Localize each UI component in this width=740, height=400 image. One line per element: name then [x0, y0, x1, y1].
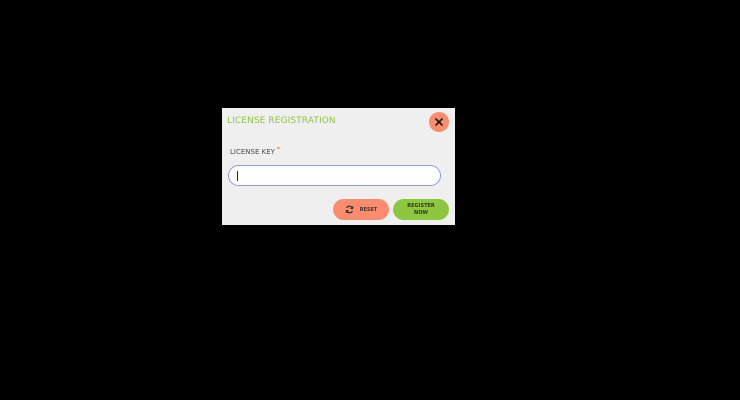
dialog-title: LICENSE REGISTRATION [227, 116, 336, 126]
register-now-button[interactable]: REGISTER NOW [393, 199, 449, 220]
reset-button[interactable]: RESET [333, 199, 389, 220]
reset-button-label: RESET [359, 206, 378, 213]
license-key-input[interactable] [228, 165, 441, 186]
register-button-label: REGISTER NOW [407, 202, 435, 216]
license-key-label-text: LICENSE KEY [230, 148, 275, 156]
close-button[interactable] [429, 112, 449, 132]
license-key-label: LICENSE KEY * [230, 146, 280, 157]
refresh-icon [345, 205, 354, 214]
close-icon [435, 118, 443, 126]
required-mark: * [276, 146, 280, 153]
license-registration-dialog: LICENSE REGISTRATION LICENSE KEY * RESET … [222, 108, 455, 225]
text-caret [237, 171, 238, 181]
